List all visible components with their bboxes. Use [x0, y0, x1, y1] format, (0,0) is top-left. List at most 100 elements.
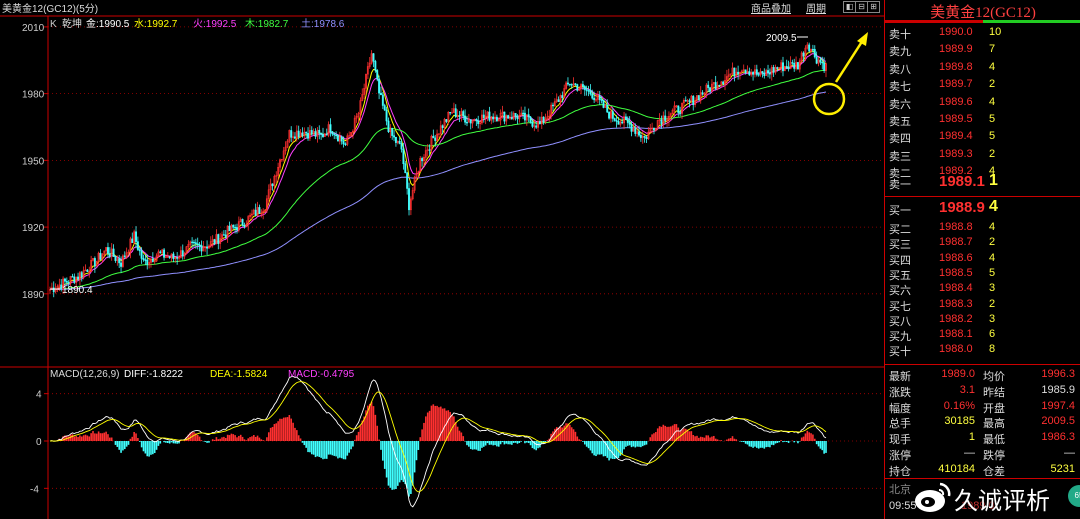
candle-body	[428, 149, 431, 151]
candle-body	[761, 71, 764, 74]
candle-body	[697, 95, 700, 101]
quote-price: 1988.3	[939, 297, 973, 310]
candle-body	[722, 81, 725, 84]
candle-body	[206, 246, 209, 249]
candle-body	[381, 94, 384, 106]
stat-value: 2009.5	[1041, 415, 1075, 428]
candle-body	[52, 287, 55, 293]
quote-row: 卖七 1989.7 2	[885, 76, 1080, 93]
candle-body	[617, 121, 620, 125]
candle-body	[449, 111, 452, 114]
quote-price: 1988.9	[939, 199, 985, 216]
candle-body	[813, 49, 816, 58]
candle-body	[93, 258, 96, 267]
candle-body	[318, 129, 321, 134]
candle-body	[344, 143, 347, 145]
candle-body	[107, 247, 109, 254]
candle-body	[297, 130, 300, 137]
candle-body	[529, 116, 532, 123]
candle-body	[163, 249, 166, 258]
stats-row: 涨跌 3.1 昨结 1985.9	[885, 382, 1080, 399]
stats-row: 持仓 410184 仓差 5231	[885, 461, 1080, 478]
candle-body	[755, 69, 758, 75]
candle-body	[772, 67, 775, 73]
quote-volume: 4	[989, 221, 996, 233]
candle-body	[387, 120, 390, 132]
candle-body	[254, 209, 257, 216]
candle-body	[181, 250, 184, 257]
candle-body	[310, 130, 313, 135]
quote-label: 买一	[889, 205, 911, 217]
quote-label: 卖七	[889, 81, 911, 94]
candle-body	[469, 119, 472, 124]
quote-price: 1988.2	[939, 312, 973, 325]
quote-label: 卖八	[889, 63, 911, 76]
panel-title: 美黄金12(GC12)	[930, 5, 1036, 21]
quote-label: 卖十	[889, 29, 911, 41]
arrow-shaft	[834, 39, 865, 83]
stat-value: 1	[968, 431, 975, 444]
candle-body	[748, 71, 751, 76]
y-tick-label: 1950	[22, 156, 45, 167]
candle-body	[624, 116, 627, 120]
macd-y-tick-label: -4	[30, 484, 39, 495]
quote-price: 1988.7	[939, 236, 973, 249]
candle-body	[811, 48, 814, 51]
y-tick-label: 1890	[22, 290, 45, 301]
candle-body	[228, 225, 231, 232]
stat-value: 30185	[944, 415, 975, 428]
candle-body	[314, 131, 317, 137]
candle-body	[135, 231, 137, 242]
candle-body	[372, 53, 375, 62]
candle-body	[516, 115, 519, 120]
candle-body	[606, 104, 609, 113]
candle-body	[64, 278, 66, 282]
candle-body	[325, 133, 328, 136]
chart-area[interactable]: 20101980195019201890 40-4 K 乾坤 金:1990.5 …	[0, 0, 884, 519]
macd-legend-macd: MACD:-0.4795	[288, 369, 355, 380]
candle-body	[797, 62, 799, 70]
candle-body	[67, 282, 70, 284]
quote-label: 卖四	[889, 133, 911, 146]
candle-body	[733, 67, 736, 77]
macd-y-tick-label: 0	[36, 437, 42, 448]
candle-body	[391, 128, 394, 136]
candle-body	[507, 115, 510, 119]
candle-body	[589, 90, 592, 95]
candle-body	[393, 135, 396, 138]
candle-body	[768, 72, 771, 75]
quote-price: 1989.4	[939, 130, 973, 143]
quote-volume: 2	[989, 147, 996, 160]
candle-body	[301, 132, 304, 137]
candle-body	[458, 115, 461, 117]
quote-price: 1989.3	[939, 147, 973, 160]
candle-body	[514, 113, 517, 117]
main-y-ticks: 2010 1980 1950 1920 1890	[22, 23, 48, 301]
candle-body	[660, 119, 663, 125]
quote-volume: 1	[989, 172, 998, 189]
candle-body	[271, 183, 274, 187]
candle-body	[176, 257, 179, 259]
quote-row: 卖六 1989.6 4	[885, 94, 1080, 111]
quote-price: 1988.8	[939, 221, 973, 233]
candle-body	[600, 99, 603, 101]
quote-volume: 6	[989, 328, 996, 341]
candle-body	[329, 124, 332, 132]
stats-row: 总手 30185 最高 2009.5	[885, 413, 1080, 430]
footer-city: 北京	[889, 484, 911, 496]
candle-body	[402, 148, 405, 165]
candle-body	[568, 83, 571, 86]
candle-body	[692, 95, 695, 106]
macd-legend-dea: DEA:-1.5824	[210, 369, 268, 380]
candle-body	[65, 281, 68, 283]
quote-volume: 3	[989, 282, 996, 295]
candle-body	[709, 87, 712, 92]
candle-body	[191, 241, 194, 243]
candle-body	[653, 127, 655, 131]
candle-body	[602, 99, 605, 108]
candle-body	[626, 119, 629, 123]
candle-body	[645, 137, 648, 139]
candle-body	[567, 82, 569, 85]
stats-divider	[885, 364, 1080, 365]
quote-volume: 4	[989, 60, 996, 73]
